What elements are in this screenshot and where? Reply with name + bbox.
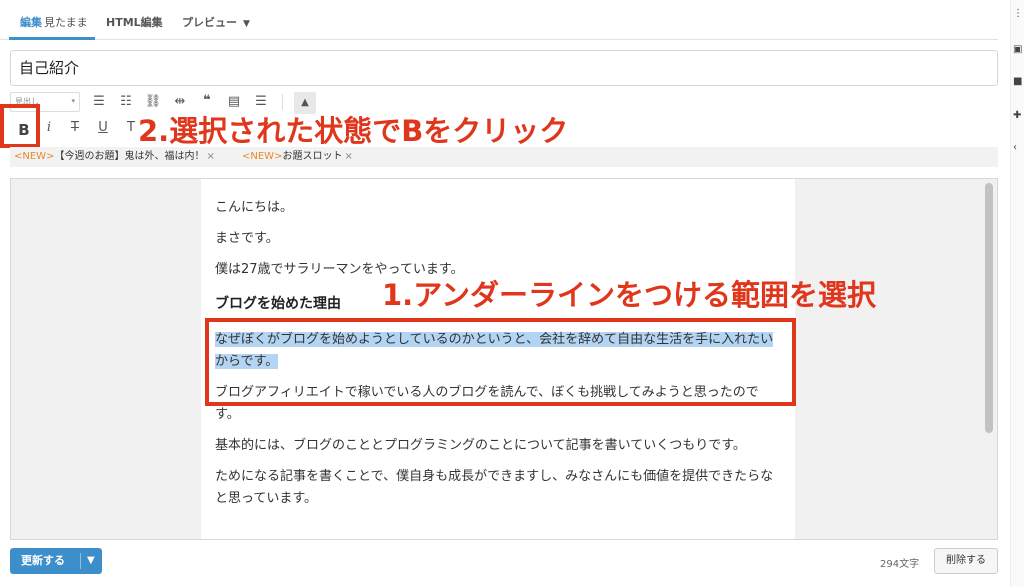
- document-icon[interactable]: ■: [1013, 76, 1023, 87]
- paragraph: まさです。: [215, 231, 279, 246]
- quote-icon[interactable]: ❝: [198, 93, 216, 108]
- italic-icon[interactable]: i: [40, 120, 58, 135]
- active-tab-indicator: [9, 37, 95, 40]
- tab-edit-label: 編集: [20, 16, 42, 29]
- chevron-down-icon: ▼: [243, 19, 250, 29]
- paragraph: こんにちは。: [215, 200, 294, 215]
- monitor-icon[interactable]: ▣: [1013, 44, 1023, 55]
- new-badge: <NEW>: [242, 151, 283, 162]
- tab-html[interactable]: HTML編集: [106, 14, 163, 30]
- selection-highlight-box: [205, 318, 796, 406]
- annotation-step-1: 1.アンダーラインをつける範囲を選択: [382, 278, 877, 312]
- numbered-list-icon[interactable]: ☷: [117, 94, 135, 109]
- title-input[interactable]: 自己紹介: [10, 50, 998, 86]
- divider-icon[interactable]: ☰: [252, 94, 270, 109]
- bold-highlight-box: [0, 104, 40, 148]
- arrow-left-icon[interactable]: ‹: [1013, 142, 1023, 153]
- annotation-step-2: 2.選択された状態でBをクリック: [138, 114, 569, 148]
- link-icon[interactable]: ⛓: [144, 94, 162, 109]
- right-sidebar-strip: ⋮ ▣ ■ ✚ ‹: [1010, 0, 1024, 586]
- puzzle-icon[interactable]: ✚: [1013, 110, 1023, 121]
- chevron-up-icon: ▲: [301, 97, 309, 108]
- char-count: 294文字: [880, 559, 920, 570]
- underline-icon[interactable]: U: [94, 120, 112, 135]
- more-icon[interactable]: ⇹: [171, 94, 189, 109]
- tab-preview-label: プレビュー: [182, 16, 237, 29]
- tab-preview[interactable]: プレビュー ▼: [182, 14, 250, 30]
- tab-edit[interactable]: 編集 見たまま: [20, 14, 88, 30]
- sidebar-icon[interactable]: ⋮: [1013, 8, 1023, 19]
- update-button-label: 更新する: [21, 554, 65, 567]
- delete-button[interactable]: 削除する: [934, 548, 998, 574]
- tab-edit-sub: 見たまま: [44, 16, 88, 29]
- update-button[interactable]: 更新する ▼: [10, 548, 102, 574]
- strikethrough-icon[interactable]: T: [66, 120, 84, 135]
- tag-label: お題スロット: [282, 151, 343, 162]
- button-divider: [80, 553, 81, 569]
- close-icon[interactable]: ×: [344, 151, 352, 162]
- editor-scrollbar[interactable]: [985, 183, 993, 433]
- tag-strip: <NEW>【今週のお題】鬼は外、福は内！ × <NEW>お題スロット ×: [10, 147, 998, 167]
- table-icon[interactable]: ▤: [225, 94, 243, 109]
- close-icon[interactable]: ×: [206, 151, 214, 162]
- bullet-list-icon[interactable]: ☰: [90, 94, 108, 109]
- paragraph: 基本的には、ブログのこととプログラミングのことについて記事を書いていくつもりです…: [215, 438, 746, 453]
- new-badge: <NEW>: [14, 151, 55, 162]
- paragraph: ためになる記事を書くことで、僕自身も成長ができますし、みなさんにも価値を提供でき…: [215, 469, 774, 506]
- tag-item-theme-slot[interactable]: <NEW>お題スロット ×: [242, 147, 353, 167]
- editor-tabs: 編集 見たまま HTML編集 プレビュー ▼: [0, 0, 998, 40]
- chevron-down-icon[interactable]: ▼: [87, 548, 95, 574]
- tag-item-weekly-theme[interactable]: <NEW>【今週のお題】鬼は外、福は内！ ×: [14, 147, 215, 167]
- tag-label: 【今週のお題】鬼は外、福は内！: [54, 151, 205, 162]
- chevron-down-icon: ▾: [71, 97, 75, 105]
